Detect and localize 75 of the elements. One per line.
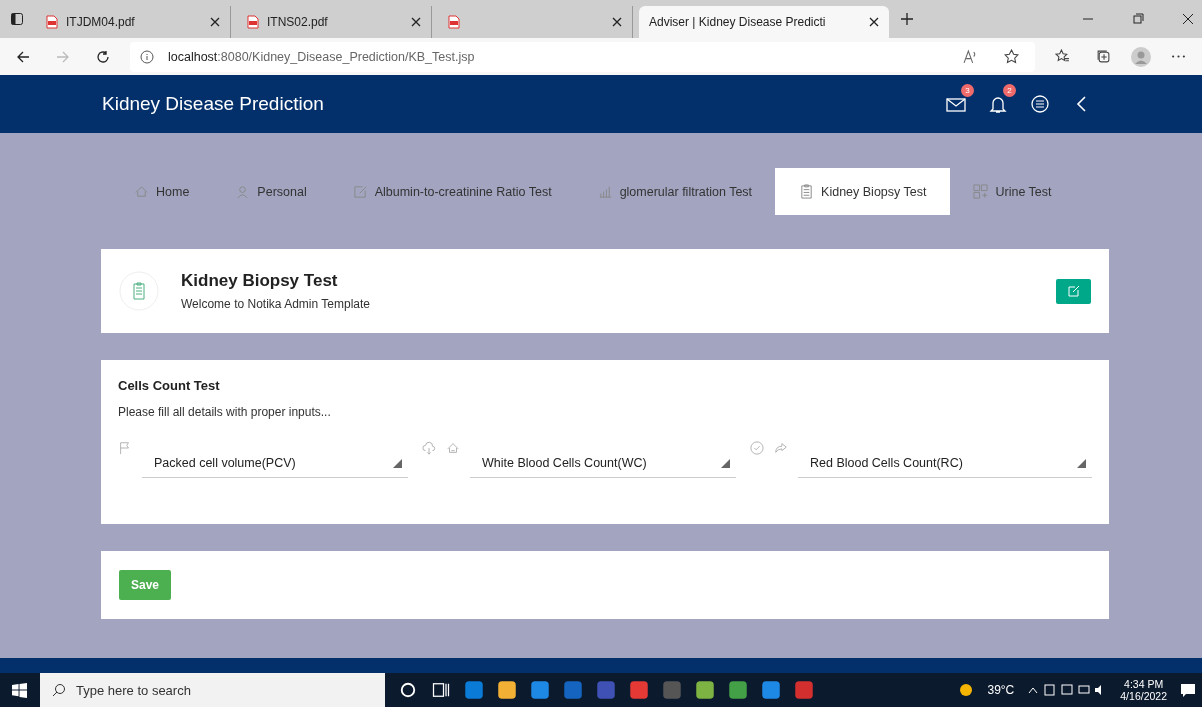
new-tab-icon[interactable] (901, 13, 913, 25)
close-icon[interactable] (1182, 13, 1194, 25)
edit-button[interactable] (1056, 278, 1091, 304)
pdf-icon (247, 15, 259, 29)
clock-date: 4/16/2022 (1120, 690, 1167, 702)
taskbar-app-icon[interactable] (464, 680, 484, 700)
search-icon (52, 683, 66, 697)
taskbar-app-icon[interactable] (530, 680, 550, 700)
close-icon[interactable] (612, 17, 622, 27)
star-plus-icon[interactable] (1004, 49, 1019, 64)
cloud-icon (422, 441, 436, 455)
address-bar[interactable]: localhost:8080/Kidney_Disease_Prediction/KB_Test.jsp (130, 41, 1035, 72)
cortana-icon[interactable] (398, 680, 418, 700)
pdf-icon (448, 15, 460, 29)
notification-badge: 3 (961, 84, 974, 97)
browser-tab[interactable]: Adviser | Kidney Disease Predicti (639, 6, 889, 38)
page-title: Kidney Biopsy Test (181, 271, 339, 291)
clock-time: 4:34 PM (1124, 678, 1164, 690)
house-icon (446, 441, 460, 455)
bell-icon[interactable] (988, 94, 1008, 114)
close-icon[interactable] (869, 17, 879, 27)
flag-icon (118, 441, 132, 455)
info-icon (140, 49, 154, 64)
nav-tab[interactable]: Kidney Biopsy Test (775, 168, 951, 215)
nav-tab[interactable]: Home (111, 170, 213, 213)
app-title: Kidney Disease Prediction (102, 93, 324, 115)
pdf-icon (46, 15, 58, 29)
chart-icon (597, 184, 613, 199)
task-view-icon[interactable] (431, 680, 451, 700)
form-hint: Please fill all details with proper inputs... (118, 405, 332, 419)
select-field[interactable]: White Blood Cells Count(WC) (470, 443, 736, 478)
read-aloud-icon[interactable] (963, 49, 978, 64)
dropdown-arrow-icon (393, 458, 402, 468)
windows-start-icon[interactable] (12, 682, 27, 698)
clipboard-icon (119, 271, 159, 311)
weather-text: 39°C (987, 683, 1015, 697)
tab-title: Adviser | Kidney Disease Predicti (649, 15, 826, 29)
select-field[interactable]: Red Blood Cells Count(RC) (798, 443, 1092, 478)
dropdown-arrow-icon (1077, 458, 1086, 468)
page-subtitle: Welcome to Notika Admin Template (181, 297, 370, 311)
weather-icon (958, 682, 975, 698)
nav-tab[interactable]: Albumin-to-creatinine Ratio Test (329, 170, 575, 213)
tab-actions-icon[interactable] (10, 12, 24, 26)
select-field[interactable]: Packed cell volume(PCV) (142, 443, 408, 478)
collections-icon[interactable] (1096, 49, 1111, 64)
taskbar-app-icon[interactable] (629, 680, 649, 700)
clipboard-icon (799, 184, 815, 199)
back-icon[interactable] (16, 49, 30, 64)
nav-tab[interactable]: Urine Test (950, 170, 1075, 213)
edit-icon (352, 184, 368, 199)
notification-icon[interactable] (1180, 682, 1196, 698)
taskbar-app-icon[interactable] (497, 680, 517, 700)
nav-tab[interactable]: glomerular filtration Test (574, 170, 776, 213)
grid-icon (973, 184, 989, 199)
restore-icon[interactable] (1132, 13, 1144, 25)
share-arrow-icon (774, 441, 788, 455)
dropdown-arrow-icon (721, 458, 730, 468)
menu-icon[interactable] (1030, 94, 1050, 114)
notification-badge: 2 (1003, 84, 1016, 97)
taskbar-app-icon[interactable] (695, 680, 715, 700)
taskbar-app-icon[interactable] (728, 680, 748, 700)
edit-icon (1067, 285, 1080, 297)
favorites-icon[interactable] (1055, 49, 1070, 64)
tab-title: ITJDM04.pdf (66, 15, 135, 29)
avatar-icon[interactable] (1131, 46, 1151, 67)
taskbar-search-field[interactable]: Type here to search (40, 673, 385, 707)
person-icon (235, 184, 251, 199)
close-icon[interactable] (411, 17, 421, 27)
form-title: Cells Count Test (118, 378, 221, 393)
taskbar-app-icon[interactable] (761, 680, 781, 700)
home-icon (134, 184, 149, 199)
reload-icon[interactable] (96, 49, 110, 64)
nav-tab[interactable]: Personal (212, 170, 330, 213)
close-icon[interactable] (210, 17, 220, 27)
tab-title: ITNS02.pdf (267, 15, 328, 29)
